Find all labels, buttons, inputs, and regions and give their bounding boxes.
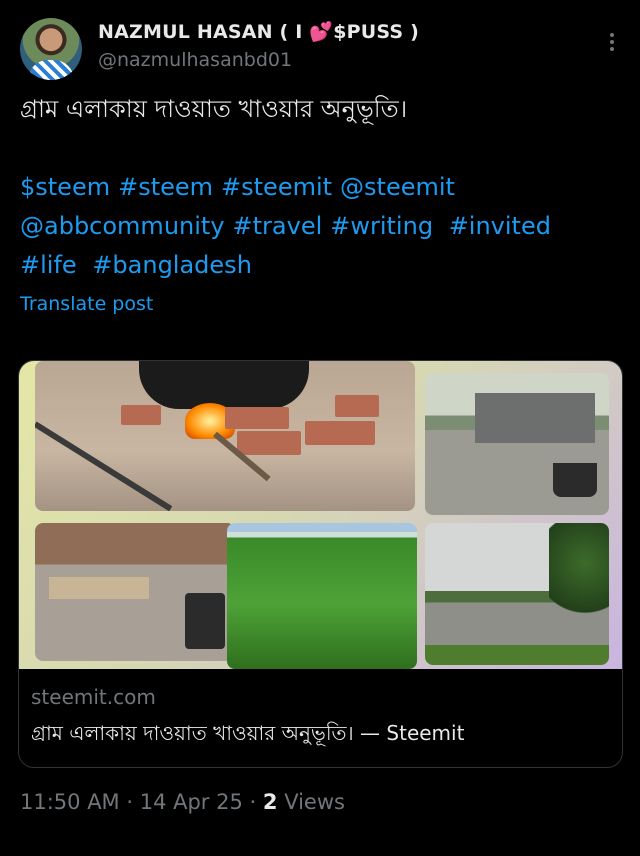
mention-link[interactable]: @steemit xyxy=(340,173,455,201)
photo-house-yard xyxy=(425,373,609,515)
author-handle[interactable]: @nazmulhasanbd01 xyxy=(98,49,292,71)
tag-link[interactable]: #invited xyxy=(449,212,551,240)
views-label: Views xyxy=(284,790,345,814)
avatar[interactable] xyxy=(20,18,82,80)
post-date[interactable]: 14 Apr 25 xyxy=(140,790,243,814)
post-title-text: গ্রাম এলাকায় দাওয়াত খাওয়ার অনুভূতি। xyxy=(20,95,408,123)
views-count: 2 xyxy=(262,790,278,814)
tag-link[interactable]: #writing xyxy=(330,212,433,240)
post-tags: $steem #steem #steemit @steemit @abbcommuni… xyxy=(20,168,620,285)
photo-cooking-area xyxy=(35,523,235,661)
photo-pond xyxy=(425,523,609,665)
tag-link[interactable]: #steemit xyxy=(221,173,332,201)
link-preview-card[interactable]: steemit.com গ্রাম এলাকায় দাওয়াত খাওয়া… xyxy=(18,360,623,768)
link-preview-meta[interactable]: steemit.com গ্রাম এলাকায় দাওয়াত খাওয়া… xyxy=(19,669,622,767)
more-options-icon[interactable] xyxy=(608,30,616,56)
translate-post-link[interactable]: Translate post xyxy=(20,293,153,315)
author-name[interactable]: NAZMUL HASAN ( I 💕$PUSS ) xyxy=(98,20,419,43)
post-time[interactable]: 11:50 AM xyxy=(20,790,120,814)
post-text: গ্রাম এলাকায় দাওয়াত খাওয়ার অনুভূতি। xyxy=(20,90,620,128)
link-domain: steemit.com xyxy=(31,685,156,709)
tag-link[interactable]: $steem xyxy=(20,173,110,201)
tag-link[interactable]: #bangladesh xyxy=(92,251,252,279)
post-header: NAZMUL HASAN ( I 💕$PUSS ) @nazmulhasanbd… xyxy=(20,16,620,80)
tag-link[interactable]: #travel xyxy=(233,212,323,240)
tag-link[interactable]: #life xyxy=(20,251,77,279)
post-footer: 11:50 AM · 14 Apr 25 · 2 Views xyxy=(20,790,345,814)
mention-link[interactable]: @abbcommunity xyxy=(20,212,225,240)
photo-rice-field xyxy=(227,523,417,669)
link-preview-image[interactable] xyxy=(19,361,622,669)
link-title: গ্রাম এলাকায় দাওয়াত খাওয়ার অনুভূতি। —… xyxy=(31,721,465,745)
tag-link[interactable]: #steem xyxy=(118,173,213,201)
photo-cooking-fire xyxy=(35,361,415,511)
